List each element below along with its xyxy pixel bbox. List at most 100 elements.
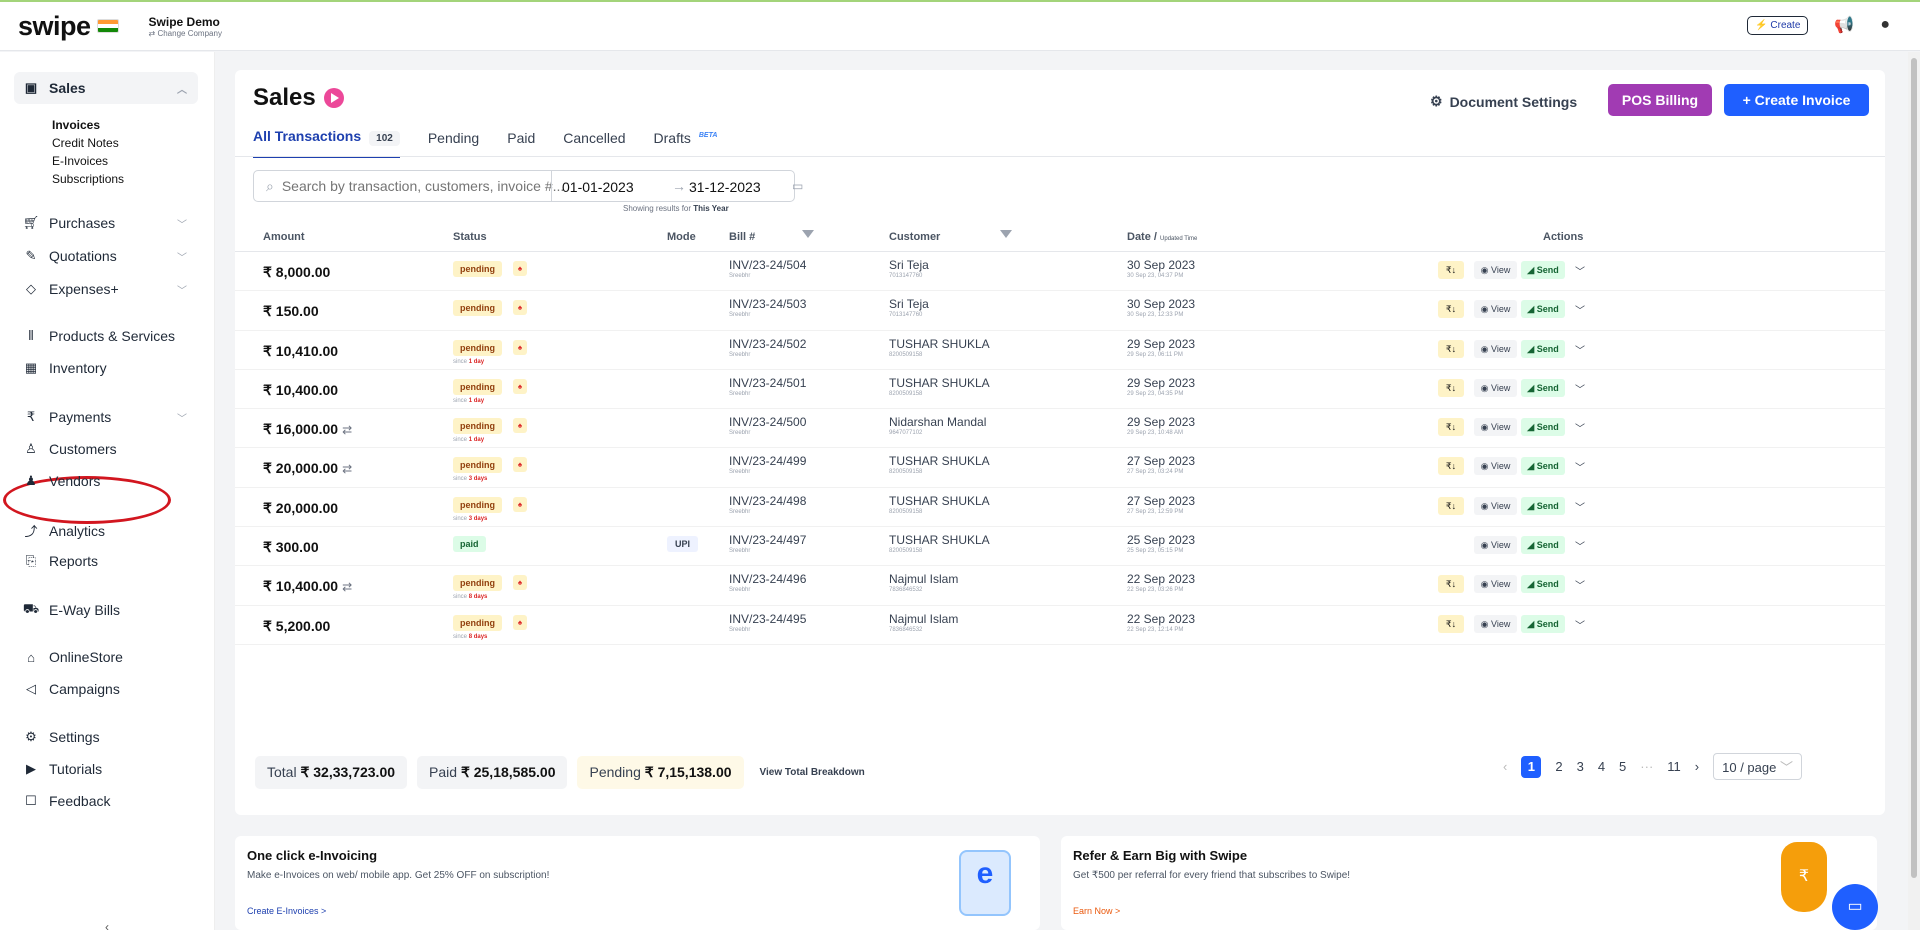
reminder-bell-icon[interactable]: ♠ — [513, 614, 527, 630]
col-bill[interactable]: Bill # — [729, 231, 755, 243]
earn-now-link[interactable]: Earn Now > — [1073, 906, 1120, 916]
prev-page-icon[interactable]: ‹ — [1503, 759, 1507, 774]
chevron-down-icon[interactable]: ﹀ — [1575, 459, 1585, 474]
view-total-breakdown-link[interactable]: View Total Breakdown — [760, 767, 865, 778]
tab-paid[interactable]: Paid — [507, 130, 535, 156]
page-11[interactable]: 11 — [1667, 759, 1681, 774]
send-button[interactable]: ◢ Send — [1521, 261, 1565, 279]
table-row[interactable]: ₹ 10,400.00 ⇄ pending ♠ since 8 days INV/23-2… — [235, 566, 1885, 606]
sidebar-sub-subscriptions[interactable]: Subscriptions — [52, 172, 124, 186]
table-row[interactable]: ₹ 300.00 paid UPI INV/23-24/497 Sreebhr TUSHA… — [235, 527, 1885, 567]
sidebar-item-settings[interactable]: ⚙ Settings — [22, 729, 197, 745]
reminder-bell-icon[interactable]: ♠ — [513, 261, 527, 276]
page-4[interactable]: 4 — [1598, 759, 1605, 774]
sidebar-item-payments[interactable]: ₹ Payments ﹀ — [22, 409, 197, 425]
send-button[interactable]: ◢ Send — [1521, 300, 1565, 319]
page-3[interactable]: 3 — [1577, 759, 1584, 774]
reminder-bell-icon[interactable]: ♠ — [513, 378, 527, 394]
table-row[interactable]: ₹ 20,000.00 pending ♠ since 3 days INV/23-24… — [235, 488, 1885, 528]
reminder-bell-icon[interactable]: ♠ — [513, 339, 527, 355]
bill-number[interactable]: INV/23-24/495 — [729, 612, 806, 626]
record-payment-button[interactable]: ₹↓ — [1438, 261, 1464, 279]
customer-name[interactable]: Sri Teja — [889, 297, 929, 311]
tab-pending[interactable]: Pending — [428, 130, 479, 156]
customer-name[interactable]: TUSHAR SHUKLA — [889, 337, 990, 351]
send-button[interactable]: ◢ Send — [1521, 339, 1565, 358]
sidebar-item-feedback[interactable]: ☐ Feedback — [22, 793, 197, 809]
view-button[interactable]: ◉ View — [1474, 614, 1517, 633]
send-button[interactable]: ◢ Send — [1521, 496, 1565, 515]
view-button[interactable]: ◉ View — [1474, 575, 1517, 594]
chevron-down-icon[interactable]: ﹀ — [1575, 538, 1585, 553]
view-button[interactable]: ◉ View — [1474, 457, 1517, 476]
bill-number[interactable]: INV/23-24/497 — [729, 533, 806, 547]
record-payment-button[interactable]: ₹↓ — [1438, 575, 1464, 594]
sidebar-sub-credit-notes[interactable]: Credit Notes — [52, 136, 119, 150]
col-amount[interactable]: Amount — [263, 231, 305, 243]
chat-support-button[interactable]: ▭ — [1832, 884, 1878, 930]
view-button[interactable]: ◉ View — [1474, 378, 1517, 397]
pos-billing-button[interactable]: POS Billing — [1608, 84, 1712, 116]
customer-name[interactable]: TUSHAR SHUKLA — [889, 454, 990, 468]
record-payment-button[interactable]: ₹↓ — [1438, 339, 1464, 358]
bill-number[interactable]: INV/23-24/499 — [729, 454, 806, 468]
page-ellipsis[interactable]: ··· — [1640, 759, 1653, 774]
view-button[interactable]: ◉ View — [1474, 261, 1517, 279]
table-row[interactable]: ₹ 20,000.00 ⇄ pending ♠ since 3 days INV/23-2… — [235, 448, 1885, 488]
send-button[interactable]: ◢ Send — [1521, 536, 1565, 555]
date-start-input[interactable]: 01-01-2023 — [562, 179, 634, 195]
sidebar-item-eway-bills[interactable]: ⛟ E-Way Bills — [22, 601, 197, 619]
next-page-icon[interactable]: › — [1695, 759, 1699, 774]
swipe-logo[interactable]: swipe — [18, 11, 119, 42]
reminder-bell-icon[interactable]: ♠ — [513, 418, 527, 434]
customer-name[interactable]: Najmul Islam — [889, 572, 958, 586]
bill-number[interactable]: INV/23-24/502 — [729, 337, 806, 351]
sidebar-item-expenses[interactable]: ◇ Expenses+ ﹀ — [22, 281, 197, 297]
sidebar-item-customers[interactable]: ♙ Customers — [22, 441, 197, 457]
sidebar-item-quotations[interactable]: ✎ Quotations ﹀ — [22, 248, 197, 264]
date-end-input[interactable]: 31-12-2023 — [689, 179, 761, 195]
user-icon[interactable]: ● — [1880, 16, 1890, 34]
view-button[interactable]: ◉ View — [1474, 339, 1517, 358]
customer-name[interactable]: Nidarshan Mandal — [889, 415, 986, 429]
customer-name[interactable]: TUSHAR SHUKLA — [889, 376, 990, 390]
sidebar-item-vendors[interactable]: ♟ Vendors — [22, 473, 197, 489]
sidebar-item-purchases[interactable]: 🛒︎ Purchases ﹀ — [22, 215, 197, 231]
tab-all-transactions[interactable]: All Transactions 102 — [253, 128, 400, 158]
sidebar-item-campaigns[interactable]: ◁ Campaigns — [22, 681, 197, 697]
chevron-down-icon[interactable]: ﹀ — [1575, 302, 1585, 317]
sidebar-item-reports[interactable]: ⎘ Reports — [22, 553, 197, 569]
col-customer[interactable]: Customer — [889, 231, 940, 243]
page-scrollbar[interactable] — [1908, 52, 1920, 930]
bill-number[interactable]: INV/23-24/504 — [729, 258, 806, 272]
company-switcher[interactable]: Swipe Demo ⇄ Change Company — [149, 15, 222, 38]
view-button[interactable]: ◉ View — [1474, 536, 1517, 555]
view-button[interactable]: ◉ View — [1474, 418, 1517, 437]
sidebar-item-onlinestore[interactable]: ⌂ OnlineStore — [22, 649, 197, 665]
sidebar-item-analytics[interactable]: ⤴ Analytics — [22, 521, 197, 540]
chevron-down-icon[interactable]: ﹀ — [1575, 420, 1585, 435]
reminder-bell-icon[interactable]: ♠ — [513, 300, 527, 316]
bill-number[interactable]: INV/23-24/500 — [729, 415, 806, 429]
play-icon[interactable] — [323, 88, 344, 108]
sidebar-sub-e-invoices[interactable]: E-Invoices — [52, 154, 108, 168]
table-row[interactable]: ₹ 10,410.00 pending ♠ since 1 day INV/23-24/… — [235, 331, 1885, 370]
change-company-link[interactable]: ⇄ Change Company — [149, 29, 222, 38]
bill-number[interactable]: INV/23-24/503 — [729, 297, 806, 311]
reminder-bell-icon[interactable]: ♠ — [513, 457, 527, 473]
search-input[interactable] — [281, 178, 592, 194]
chevron-down-icon[interactable]: ﹀ — [1575, 499, 1585, 514]
col-status[interactable]: Status — [453, 231, 487, 243]
page-2[interactable]: 2 — [1555, 759, 1562, 774]
table-row[interactable]: ₹ 16,000.00 ⇄ pending ♠ since 1 day INV/23-24… — [235, 409, 1885, 449]
chevron-down-icon[interactable]: ﹀ — [1575, 577, 1585, 592]
customer-name[interactable]: TUSHAR SHUKLA — [889, 533, 990, 547]
customer-name[interactable]: TUSHAR SHUKLA — [889, 494, 990, 508]
send-button[interactable]: ◢ Send — [1521, 457, 1565, 476]
col-date[interactable]: Date / Updated Time — [1127, 231, 1197, 243]
send-button[interactable]: ◢ Send — [1521, 614, 1565, 633]
tab-drafts[interactable]: Drafts BETA — [654, 130, 718, 156]
bill-number[interactable]: INV/23-24/498 — [729, 494, 806, 508]
bill-number[interactable]: INV/23-24/496 — [729, 572, 806, 586]
chevron-down-icon[interactable]: ﹀ — [1575, 263, 1585, 278]
